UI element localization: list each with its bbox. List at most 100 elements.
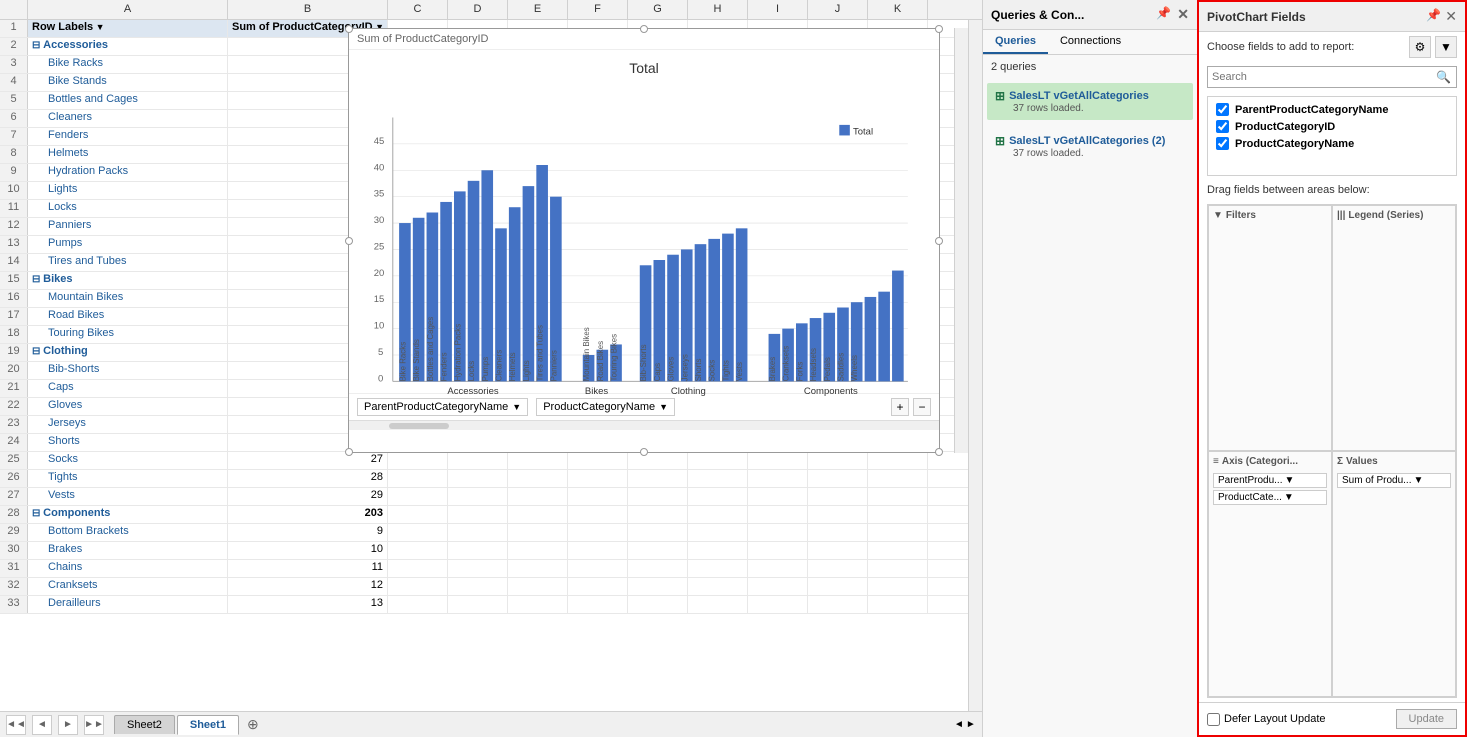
cell-J[interactable]: [808, 452, 868, 469]
nav-first[interactable]: ◄◄: [6, 715, 26, 735]
cell-I[interactable]: [748, 560, 808, 577]
cell-I[interactable]: [748, 488, 808, 505]
defer-checkbox[interactable]: [1207, 713, 1220, 726]
cell-D[interactable]: [448, 470, 508, 487]
cell-b[interactable]: 10: [228, 542, 388, 559]
cell-F[interactable]: [568, 506, 628, 523]
pivot-field-1-checkbox[interactable]: [1216, 103, 1229, 116]
cell-a[interactable]: ⊟ Bikes: [28, 272, 228, 289]
axis-dropdown-1[interactable]: ParentProdu... ▼: [1213, 473, 1327, 488]
cell-a[interactable]: Hydration Packs: [28, 164, 228, 181]
cell-b[interactable]: 203: [228, 506, 388, 523]
scroll-left[interactable]: ◄: [954, 719, 964, 730]
pivot-pin-icon[interactable]: 📌: [1426, 8, 1441, 25]
resize-handle-tm[interactable]: [640, 25, 648, 33]
cell-a[interactable]: Vests: [28, 488, 228, 505]
cell-a[interactable]: Locks: [28, 200, 228, 217]
cell-H[interactable]: [688, 488, 748, 505]
cell-G[interactable]: [628, 596, 688, 613]
cell-C[interactable]: [388, 560, 448, 577]
cell-H[interactable]: [688, 596, 748, 613]
cell-I[interactable]: [748, 524, 808, 541]
cell-b[interactable]: 28: [228, 470, 388, 487]
cell-D[interactable]: [448, 488, 508, 505]
cell-a[interactable]: Bike Racks: [28, 56, 228, 73]
dropdown-chevron-icon[interactable]: ▼: [1435, 36, 1457, 58]
cell-E[interactable]: [508, 560, 568, 577]
axis-dropdown-2[interactable]: ProductCate... ▼: [1213, 490, 1327, 505]
scroll-right[interactable]: ►: [966, 719, 976, 730]
cell-a[interactable]: Pumps: [28, 236, 228, 253]
add-sheet-btn[interactable]: ⊕: [241, 714, 265, 735]
resize-handle-tl[interactable]: [345, 25, 353, 33]
cell-a[interactable]: ⊟ Components: [28, 506, 228, 523]
query-item-2[interactable]: ⊞ SalesLT vGetAllCategories (2) 37 rows …: [987, 128, 1193, 165]
cell-a[interactable]: Socks: [28, 452, 228, 469]
cell-a[interactable]: Lights: [28, 182, 228, 199]
cell-G[interactable]: [628, 578, 688, 595]
cell-a[interactable]: Bike Stands: [28, 74, 228, 91]
nav-prev[interactable]: ◄: [32, 715, 52, 735]
cell-D[interactable]: [448, 506, 508, 523]
cell-a[interactable]: Jerseys: [28, 416, 228, 433]
chart-area[interactable]: Sum of ProductCategoryID Total 0 5 10 15…: [348, 28, 940, 453]
cell-a[interactable]: Tires and Tubes: [28, 254, 228, 271]
cell-a[interactable]: Bottom Brackets: [28, 524, 228, 541]
cell-E[interactable]: [508, 524, 568, 541]
cell-a[interactable]: Touring Bikes: [28, 326, 228, 343]
sheet-tab-2[interactable]: Sheet2: [114, 715, 175, 734]
cell-K[interactable]: [868, 452, 928, 469]
tab-connections[interactable]: Connections: [1048, 30, 1133, 54]
cell-b[interactable]: 12: [228, 578, 388, 595]
cell-K[interactable]: [868, 524, 928, 541]
resize-handle-bl[interactable]: [345, 448, 353, 456]
cell-G[interactable]: [628, 506, 688, 523]
cell-C[interactable]: [388, 506, 448, 523]
values-dropdown[interactable]: Sum of Produ... ▼: [1337, 473, 1451, 488]
cell-D[interactable]: [448, 560, 508, 577]
cell-G[interactable]: [628, 542, 688, 559]
nav-next[interactable]: ►: [58, 715, 78, 735]
cell-C[interactable]: [388, 524, 448, 541]
pivot-field-3-checkbox[interactable]: [1216, 137, 1229, 150]
cell-a[interactable]: Cranksets: [28, 578, 228, 595]
cell-I[interactable]: [748, 452, 808, 469]
cell-E[interactable]: [508, 542, 568, 559]
cell-a[interactable]: Road Bikes: [28, 308, 228, 325]
cell-b[interactable]: 27: [228, 452, 388, 469]
cell-J[interactable]: [808, 470, 868, 487]
search-input[interactable]: [1208, 68, 1431, 86]
cell-G[interactable]: [628, 470, 688, 487]
cell-a[interactable]: Fenders: [28, 128, 228, 145]
h-scroll-track[interactable]: [535, 720, 952, 730]
cell-a[interactable]: Derailleurs: [28, 596, 228, 613]
cell-I[interactable]: [748, 578, 808, 595]
cell-D[interactable]: [448, 542, 508, 559]
pivot-search[interactable]: 🔍: [1207, 66, 1457, 88]
sheet-tab-1[interactable]: Sheet1: [177, 715, 239, 735]
cell-C[interactable]: [388, 452, 448, 469]
cell-a[interactable]: Bottles and Cages: [28, 92, 228, 109]
cell-J[interactable]: [808, 560, 868, 577]
cell-K[interactable]: [868, 506, 928, 523]
cell-J[interactable]: [808, 596, 868, 613]
defer-layout-label[interactable]: Defer Layout Update: [1207, 713, 1326, 726]
cell-a[interactable]: Bib-Shorts: [28, 362, 228, 379]
cell-F[interactable]: [568, 470, 628, 487]
cell-D[interactable]: [448, 452, 508, 469]
cell-G[interactable]: [628, 452, 688, 469]
cell-E[interactable]: [508, 488, 568, 505]
cell-a[interactable]: Gloves: [28, 398, 228, 415]
cell-a[interactable]: Shorts: [28, 434, 228, 451]
update-button[interactable]: Update: [1396, 709, 1457, 729]
cell-C[interactable]: [388, 542, 448, 559]
cell-H[interactable]: [688, 560, 748, 577]
cell-F[interactable]: [568, 488, 628, 505]
cell-C[interactable]: [388, 596, 448, 613]
chart-h-scroll[interactable]: [349, 420, 939, 430]
cell-a[interactable]: Row Labels ▼: [28, 20, 228, 37]
cell-K[interactable]: [868, 542, 928, 559]
cell-G[interactable]: [628, 488, 688, 505]
cell-H[interactable]: [688, 578, 748, 595]
cell-F[interactable]: [568, 524, 628, 541]
